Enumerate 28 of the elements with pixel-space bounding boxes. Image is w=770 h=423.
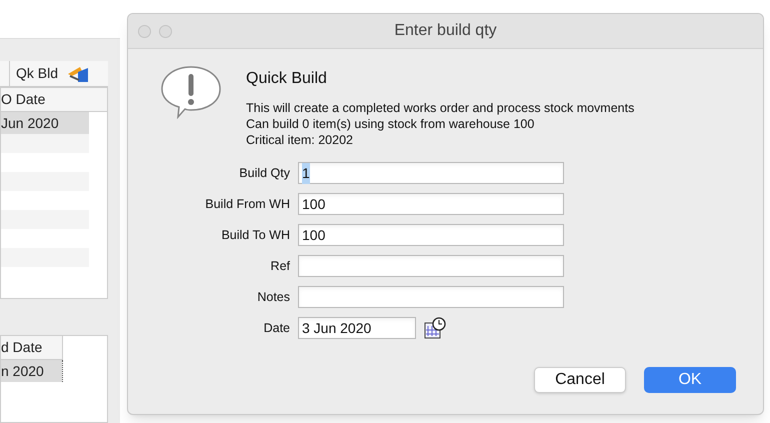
column-header[interactable]: O Date [1, 88, 107, 112]
field-label: Ref [270, 258, 290, 273]
table-cell[interactable]: Jun 2020 [1, 112, 89, 134]
dialog-button[interactable]: Cancel [534, 367, 626, 393]
dialog-heading: Quick Build [246, 69, 328, 89]
field-label: Build Qty [239, 166, 290, 180]
message-line: Can build 0 item(s) using stock from warehouse 100 [246, 116, 536, 132]
field-label: Date [264, 320, 290, 335]
input-field[interactable] [298, 255, 564, 277]
column-header[interactable]: d Date [1, 336, 63, 360]
toolbar-label: Qk Bld [16, 64, 58, 83]
date-field[interactable]: 3 Jun 2020 [298, 317, 416, 339]
window-control[interactable] [138, 25, 151, 38]
input-field[interactable]: 100 [298, 224, 564, 246]
field-label: Notes [257, 290, 290, 304]
window-control[interactable] [159, 25, 172, 38]
field-label: Build From WH [205, 196, 290, 211]
table-cell[interactable]: n 2020 [1, 360, 62, 382]
message-line: Critical item: 20202 [246, 132, 354, 148]
input-field[interactable]: 100 [298, 193, 564, 215]
input-field[interactable] [298, 286, 564, 308]
input-field[interactable]: 1 [298, 162, 564, 184]
window-title: Enter build qty [394, 21, 497, 41]
message-line: This will create a completed works order and process stock movments [246, 100, 634, 116]
dialog-button[interactable]: OK [644, 367, 736, 393]
calendar-clock-icon[interactable] [424, 317, 446, 339]
field-label: Build To WH [221, 228, 290, 242]
alert-icon [160, 65, 222, 119]
